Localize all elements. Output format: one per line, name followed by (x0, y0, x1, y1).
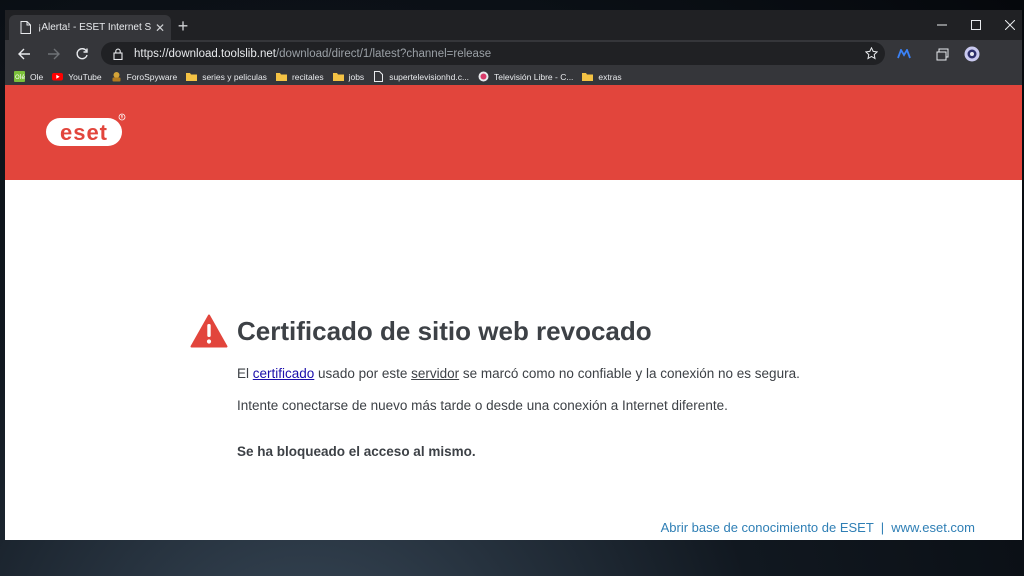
page-icon (373, 71, 384, 82)
folder-icon (186, 71, 198, 82)
folder-icon (332, 71, 344, 82)
footer-separator: | (880, 520, 885, 535)
svg-text:eset: eset (60, 120, 108, 145)
eset-logo: eset R (44, 113, 126, 154)
forward-icon[interactable] (44, 44, 64, 64)
folder-icon (275, 71, 287, 82)
bookmark-supertelevisionhd[interactable]: supertelevisionhd.c... (373, 71, 469, 82)
url-text: https://download.toolslib.net/download/d… (134, 47, 492, 60)
bookmark-television-libre[interactable]: Televisión Libre - C... (478, 71, 573, 82)
svg-text:Olé: Olé (15, 74, 25, 81)
warning-icon (190, 314, 228, 353)
server-link[interactable]: servidor (411, 366, 459, 381)
new-tab-button[interactable]: + (173, 16, 193, 36)
browser-window: ¡Alerta! - ESET Internet Security ✕ + h (5, 10, 1022, 540)
collections-icon[interactable] (932, 44, 952, 64)
certificate-link[interactable]: certificado (253, 366, 315, 381)
blocked-message: Se ha bloqueado el acceso al mismo. (237, 444, 476, 459)
tab-strip: ¡Alerta! - ESET Internet Security ✕ + (5, 10, 1022, 40)
address-bar[interactable]: https://download.toolslib.net/download/d… (101, 42, 885, 65)
folder-icon (582, 71, 594, 82)
footer-links: Abrir base de conocimiento de ESET | www.e… (661, 520, 975, 535)
back-icon[interactable] (14, 44, 34, 64)
bookmark-recitales[interactable]: recitales (275, 71, 324, 82)
bookmark-jobs[interactable]: jobs (332, 71, 364, 82)
page-title: Certificado de sitio web revocado (237, 316, 652, 346)
bookmark-ole[interactable]: Olé Ole (14, 71, 43, 82)
refresh-icon[interactable] (72, 44, 92, 64)
lock-icon[interactable] (111, 47, 125, 61)
profile-icon[interactable] (962, 44, 982, 64)
page-icon (18, 21, 32, 35)
bookmark-series-y-peliculas[interactable]: series y peliculas (186, 71, 267, 82)
bookmark-youtube[interactable]: YouTube (52, 71, 102, 82)
retry-message: Intente conectarse de nuevo más tarde o … (237, 398, 728, 413)
forospyware-favicon (111, 71, 122, 82)
bookmarks-bar: Olé Ole YouTube ForoSpyware series y pel… (5, 68, 1022, 85)
tab-close-icon[interactable]: ✕ (151, 21, 169, 35)
eset-site-link[interactable]: www.eset.com (891, 520, 975, 535)
browser-toolbar: https://download.toolslib.net/download/d… (5, 40, 1022, 68)
certificate-message: El certificado usado por este servidor s… (237, 366, 800, 381)
warning-content: Certificado de sitio web revocado El cer… (5, 180, 1022, 540)
close-window-button[interactable] (993, 10, 1022, 40)
eset-banner: eset R (5, 85, 1022, 180)
tab-alert[interactable]: ¡Alerta! - ESET Internet Security ✕ (9, 15, 171, 40)
svg-text:R: R (121, 115, 124, 120)
star-icon[interactable] (863, 45, 879, 61)
maximize-button[interactable] (959, 10, 993, 40)
bookmark-extras[interactable]: extras (582, 71, 622, 82)
minimize-button[interactable] (925, 10, 959, 40)
tvlibre-favicon (478, 71, 489, 82)
tab-title: ¡Alerta! - ESET Internet Security (38, 22, 151, 33)
knowledge-base-link[interactable]: Abrir base de conocimiento de ESET (661, 520, 874, 535)
ole-favicon: Olé (14, 71, 25, 82)
bookmark-forospyware[interactable]: ForoSpyware (111, 71, 177, 82)
extension-icon[interactable] (894, 44, 914, 64)
youtube-favicon (52, 71, 64, 82)
